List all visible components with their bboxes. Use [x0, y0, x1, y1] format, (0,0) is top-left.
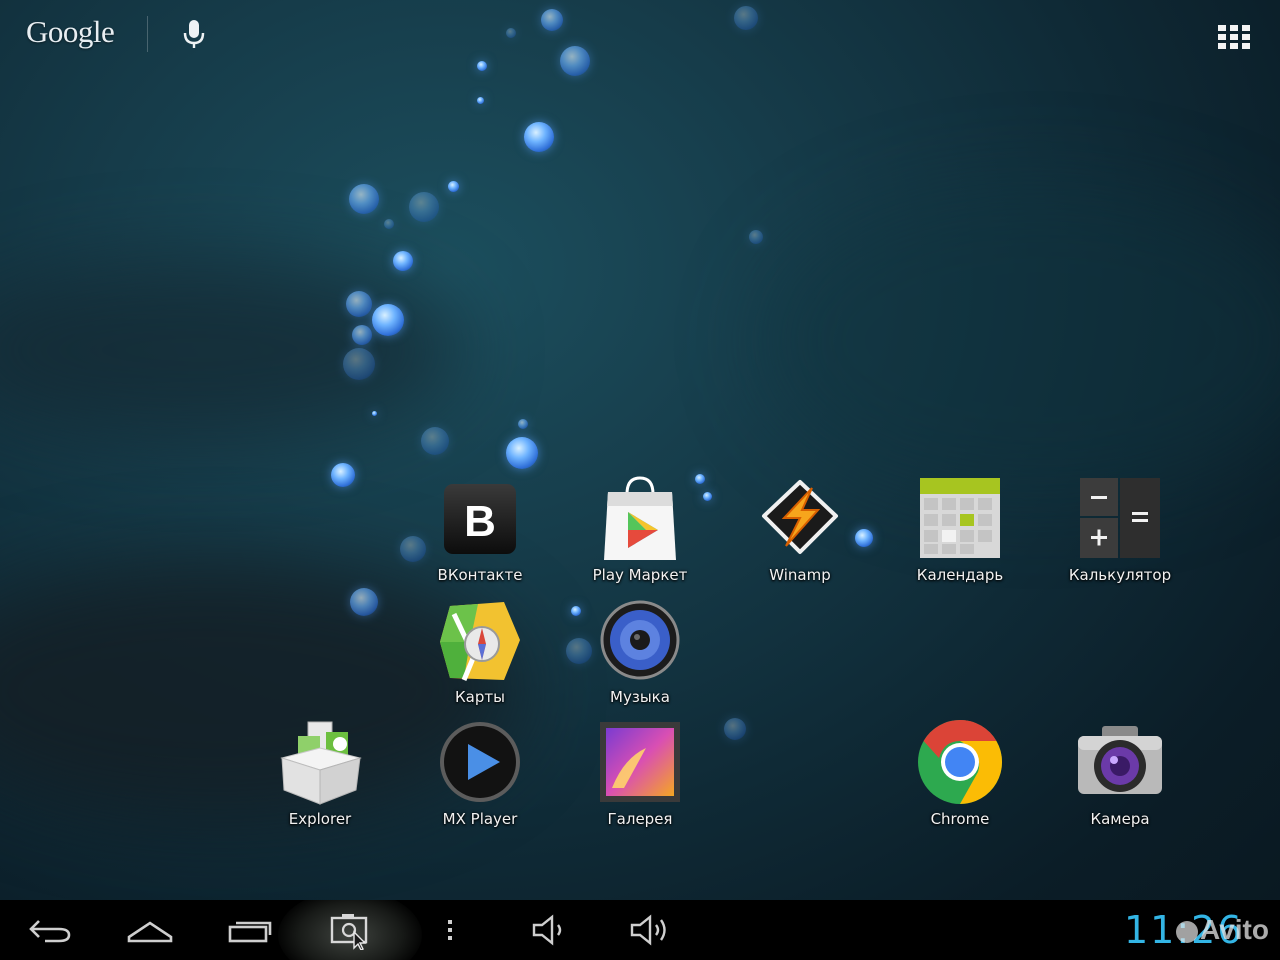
mx-player-icon [440, 722, 520, 802]
app-gallery[interactable]: Галерея [560, 718, 720, 828]
all-apps-grid-icon[interactable] [1214, 22, 1254, 50]
app-label: Музыка [610, 688, 670, 706]
mouse-cursor-icon [353, 930, 367, 950]
chrome-icon [918, 719, 1003, 804]
search-bar-divider [147, 16, 148, 52]
app-label: Chrome [930, 810, 990, 828]
avito-logo-icon [1176, 920, 1198, 943]
menu-icon [448, 920, 452, 940]
app-label: ВКонтакте [437, 566, 523, 584]
app-label: Карты [455, 688, 505, 706]
volume-down-icon [532, 914, 562, 946]
app-vkontakte[interactable]: В ВКонтакте [400, 474, 560, 584]
back-button[interactable] [20, 900, 80, 960]
app-mx-player[interactable]: MX Player [400, 718, 560, 828]
home-icon [127, 921, 173, 943]
recent-apps-icon [228, 921, 272, 943]
overflow-menu-button[interactable] [430, 900, 470, 960]
app-label: Галерея [607, 810, 673, 828]
google-logo[interactable]: Google [26, 14, 115, 50]
app-label: MX Player [442, 810, 518, 828]
avito-watermark: Avito [1176, 908, 1269, 952]
volume-up-icon [630, 914, 666, 946]
explorer-icon [280, 721, 362, 805]
system-navigation-bar: 11:26 Avito [0, 900, 1280, 960]
screenshot-icon [330, 914, 368, 950]
app-label: Play Маркет [592, 566, 688, 584]
watermark-text: Avito [1200, 914, 1269, 945]
volume-down-button[interactable] [520, 900, 580, 960]
app-explorer[interactable]: Explorer [240, 718, 400, 828]
vkontakte-glyph: В [464, 497, 496, 546]
app-play-market[interactable]: Play Маркет [560, 474, 720, 584]
app-label: Winamp [769, 566, 831, 584]
winamp-icon [762, 480, 838, 554]
app-maps[interactable]: Карты [400, 596, 560, 706]
calendar-icon [920, 478, 1000, 558]
camera-icon [1078, 726, 1162, 794]
screenshot-button[interactable] [320, 900, 380, 960]
back-icon [29, 920, 71, 943]
app-music[interactable]: Музыка [560, 596, 720, 706]
microphone-icon[interactable] [176, 16, 212, 52]
app-winamp[interactable]: Winamp [720, 474, 880, 584]
app-label: Камера [1090, 810, 1150, 828]
app-label: Калькулятор [1068, 566, 1172, 584]
google-search-bar[interactable]: Google [0, 0, 1280, 70]
app-label: Календарь [916, 566, 1004, 584]
maps-icon [440, 602, 520, 681]
app-camera[interactable]: Камера [1040, 718, 1200, 828]
play-market-icon [604, 476, 676, 560]
music-icon [600, 600, 680, 680]
gallery-icon [600, 722, 680, 802]
app-calculator[interactable]: Калькулятор [1040, 474, 1200, 584]
app-chrome[interactable]: Chrome [880, 718, 1040, 828]
home-button[interactable] [120, 900, 180, 960]
recent-apps-button[interactable] [220, 900, 280, 960]
app-calendar[interactable]: Календарь [880, 474, 1040, 584]
volume-up-button[interactable] [620, 900, 680, 960]
vkontakte-icon: В [444, 484, 516, 554]
app-label: Explorer [288, 810, 352, 828]
calculator-icon [1080, 478, 1160, 558]
